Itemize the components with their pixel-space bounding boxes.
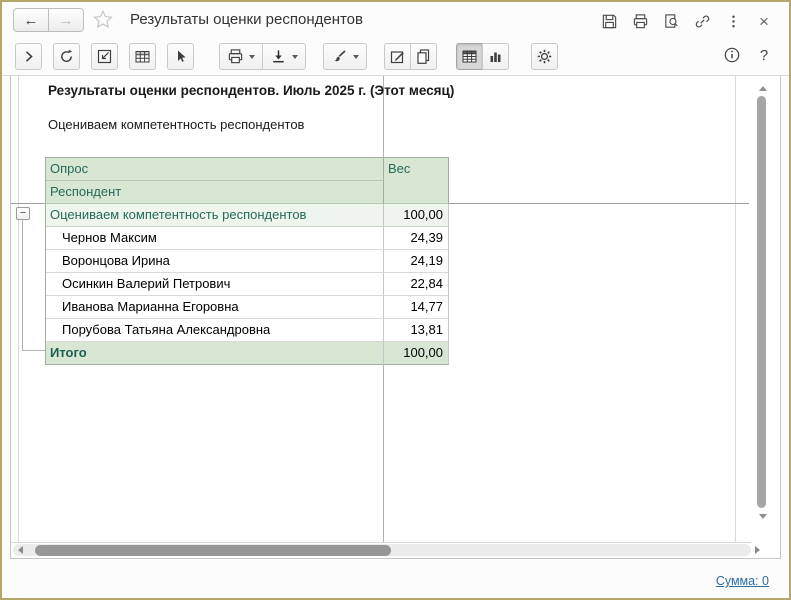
report-title: Результаты оценки респондентов. Июль 202… [48,83,454,98]
pointer-icon [172,48,189,65]
edit-icon [389,48,406,65]
table-row-value[interactable]: 22,84 [384,273,449,296]
nav-history-group: ← → [13,8,84,32]
toolbar: ? [2,38,789,76]
report-sheet: Результаты оценки респондентов. Июль 202… [10,76,781,559]
expand-panel-button[interactable] [15,43,42,70]
total-row-value[interactable]: 100,00 [384,342,449,365]
group-tree-line [22,350,45,351]
report-table: Опрос Вес Респондент Оцениваем компетент… [45,157,449,365]
chevron-down-icon [353,55,359,59]
autofit-icon [96,48,113,65]
edit-copy-group [384,43,437,70]
group-tree-line [22,220,23,350]
scroll-right-arrow[interactable] [755,546,760,554]
vertical-scrollbar-thumb[interactable] [757,96,766,508]
gear-icon [536,48,553,65]
link-icon[interactable] [693,12,711,30]
copy-button[interactable] [410,43,437,70]
chart-view-button[interactable] [482,43,509,70]
header-cell-weight[interactable]: Вес [384,158,449,204]
help-icon: ? [760,47,768,64]
header-cell-survey[interactable]: Опрос [46,158,384,181]
app-window: ← → Результаты оценки респондентов [0,0,791,600]
table-view-icon [461,48,478,65]
arrow-right-icon: → [59,12,74,29]
star-icon [92,9,114,31]
back-button[interactable]: ← [13,8,49,32]
report-subtitle: Оцениваем компетентность респондентов [48,117,304,132]
page-boundary-right-line [735,76,736,543]
group-row-value[interactable]: 100,00 [384,204,449,227]
group-row-label[interactable]: Оцениваем компетентность респондентов [46,204,384,227]
scroll-down-arrow[interactable] [759,514,767,519]
total-row-label[interactable]: Итого [46,342,384,365]
help-button[interactable]: ? [755,46,773,64]
brush-icon [331,48,348,65]
refresh-icon [58,48,75,65]
table-row-value[interactable]: 24,19 [384,250,449,273]
titlebar-actions: × [600,12,773,30]
table-row-value[interactable]: 13,81 [384,319,449,342]
sheet-bottom-line [11,542,751,543]
horizontal-scrollbar-thumb[interactable] [35,545,391,556]
format-brush-button[interactable] [323,43,367,70]
sum-link[interactable]: Сумма: 0 [716,574,769,588]
collapse-group-button[interactable]: − [16,207,30,220]
table-row-name[interactable]: Порубова Татьяна Александровна [46,319,384,342]
settings-button[interactable] [531,43,558,70]
window-title: Результаты оценки респондентов [130,11,363,28]
minus-icon: − [20,208,26,219]
table-row-name[interactable]: Воронцова Ирина [46,250,384,273]
info-button[interactable] [723,46,741,64]
forward-button[interactable]: → [48,8,84,32]
table-row-value[interactable]: 14,77 [384,296,449,319]
print-icon [227,48,244,65]
save-file-button[interactable] [262,43,306,70]
header-cell-respondent[interactable]: Респондент [46,181,384,204]
chevron-down-icon [249,55,255,59]
download-icon [270,48,287,65]
print-icon[interactable] [631,12,649,30]
print-button[interactable] [219,43,263,70]
arrow-left-icon: ← [24,12,39,29]
table-settings-icon [134,48,151,65]
scroll-left-arrow[interactable] [18,546,23,554]
table-settings-button[interactable] [129,43,156,70]
table-row-name[interactable]: Чернов Максим [46,227,384,250]
close-icon[interactable]: × [755,12,773,30]
bar-chart-icon [487,48,504,65]
scroll-up-arrow[interactable] [759,86,767,91]
table-row-value[interactable]: 24,39 [384,227,449,250]
edit-button[interactable] [384,43,411,70]
print-group [219,43,306,70]
print-preview-icon[interactable] [662,12,680,30]
page-boundary-left-line [18,76,19,543]
refresh-button[interactable] [53,43,80,70]
favorite-star-button[interactable] [92,9,114,31]
view-mode-group [456,43,509,70]
table-row-name[interactable]: Осинкин Валерий Петрович [46,273,384,296]
pointer-mode-button[interactable] [167,43,194,70]
table-row-name[interactable]: Иванова Марианна Егоровна [46,296,384,319]
chevron-right-icon [20,48,37,65]
chevron-down-icon [292,55,298,59]
more-icon[interactable] [724,12,742,30]
title-bar: ← → Результаты оценки респондентов [2,2,789,38]
table-view-button[interactable] [456,43,483,70]
info-icon [723,46,741,64]
copy-icon [415,48,432,65]
autofit-button[interactable] [91,43,118,70]
save-icon[interactable] [600,12,618,30]
